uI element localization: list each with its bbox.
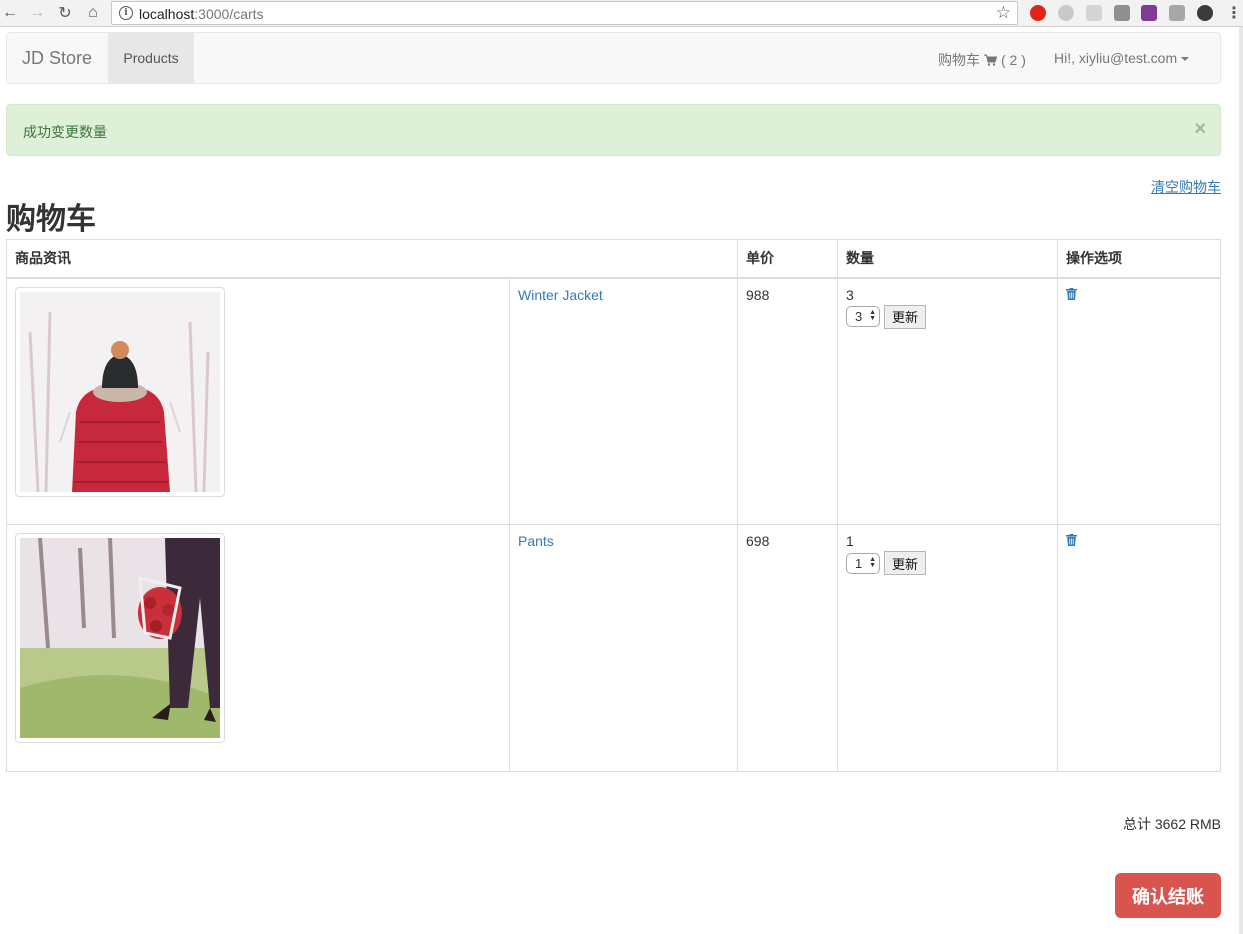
menu-kebab-icon[interactable]: ⋮ <box>1224 3 1243 23</box>
header-quantity: 数量 <box>837 239 1058 279</box>
close-icon[interactable]: × <box>1194 118 1206 141</box>
select-arrows-icon: ▲ ▼ <box>869 555 876 569</box>
user-dropdown[interactable]: Hi!, xiyliu@test.com <box>1054 50 1190 66</box>
header-product-info: 商品资讯 <box>6 239 738 279</box>
quantity-select[interactable]: 1 ▲ ▼ <box>846 552 880 574</box>
select-arrows-icon: ▲ ▼ <box>869 309 876 322</box>
winter-jacket-image <box>20 291 220 492</box>
table-row: Pants 698 1 1 ▲ ▼ 更新 <box>6 524 1221 772</box>
quantity-cell: 1 1 ▲ ▼ 更新 <box>837 524 1058 772</box>
header-actions: 操作选项 <box>1057 239 1221 279</box>
back-icon[interactable]: ← <box>0 3 20 23</box>
success-alert: 成功变更数量 × <box>6 104 1221 156</box>
quantity-controls: 3 ▲ ▼ 更新 <box>846 304 1049 329</box>
home-icon[interactable]: ⌂ <box>83 3 103 23</box>
quantity-controls: 1 ▲ ▼ 更新 <box>846 551 1049 575</box>
quantity-value: 1 <box>846 533 854 549</box>
user-email: Hi!, xiyliu@test.com <box>1054 50 1178 66</box>
header-price: 单价 <box>737 239 838 279</box>
shield-extension-icon[interactable] <box>1086 5 1102 21</box>
opera-extension-icon[interactable] <box>1030 5 1046 21</box>
cart-table: 商品资讯 单价 数量 操作选项 Winter Jacket 988 3 3 ▲ … <box>6 239 1221 772</box>
price-cell: 988 <box>737 277 838 525</box>
checkout-button[interactable]: 确认结账 <box>1115 873 1221 918</box>
product-image-cell <box>6 524 510 772</box>
camera-extension-icon[interactable] <box>1169 5 1185 21</box>
forward-icon[interactable]: → <box>27 3 47 23</box>
skype-extension-icon[interactable] <box>1058 5 1074 21</box>
actions-cell <box>1057 524 1221 772</box>
trash-icon[interactable] <box>1066 534 1077 546</box>
table-row: Winter Jacket 988 3 3 ▲ ▼ 更新 <box>6 277 1221 525</box>
clear-cart-link[interactable]: 清空购物车 <box>1151 177 1221 197</box>
site-navbar: JD Store Products 购物车 ( 2 ) Hi!, xiyliu@… <box>6 32 1221 84</box>
product-name-cell: Winter Jacket <box>509 277 738 525</box>
cart-count: ( 2 ) <box>1001 52 1026 68</box>
info-icon[interactable]: i <box>119 6 133 20</box>
page-scrollbar[interactable] <box>1239 27 1243 934</box>
shopping-cart-icon <box>984 54 997 66</box>
reload-icon[interactable]: ↻ <box>55 3 75 23</box>
quantity-value: 3 <box>846 286 854 303</box>
url-text: localhost:3000/carts <box>139 6 264 22</box>
quantity-select-value: 3 <box>855 309 863 324</box>
evernote-extension-icon[interactable] <box>1197 5 1213 21</box>
bookmark-star-icon[interactable]: ☆ <box>996 3 1011 23</box>
pocket-extension-icon[interactable] <box>1114 5 1130 21</box>
update-button[interactable]: 更新 <box>884 304 927 329</box>
cart-label: 购物车 <box>938 52 980 68</box>
alert-message: 成功变更数量 <box>23 124 107 140</box>
product-name-cell: Pants <box>509 524 738 772</box>
table-header-row: 商品资讯 单价 数量 操作选项 <box>6 239 1221 279</box>
cart-link[interactable]: 购物车 ( 2 ) <box>938 50 1026 70</box>
caret-down-icon <box>1181 57 1190 62</box>
product-image-cell <box>6 277 510 525</box>
quantity-cell: 3 3 ▲ ▼ 更新 <box>837 277 1058 525</box>
browser-toolbar: ← → ↻ ⌂ i localhost:3000/carts ☆ ⋮ <box>0 0 1243 27</box>
product-thumbnail[interactable] <box>15 286 225 497</box>
trash-icon[interactable] <box>1066 287 1077 300</box>
actions-cell <box>1057 277 1221 525</box>
brand-link[interactable]: JD Store <box>22 48 92 69</box>
onenote-extension-icon[interactable] <box>1141 5 1157 21</box>
product-name-link[interactable]: Winter Jacket <box>518 287 603 303</box>
product-thumbnail[interactable] <box>15 533 225 743</box>
address-bar[interactable]: i localhost:3000/carts ☆ <box>111 1 1018 25</box>
page-title: 购物车 <box>6 203 96 236</box>
quantity-select[interactable]: 3 ▲ ▼ <box>846 306 880 327</box>
product-name-link[interactable]: Pants <box>518 533 554 549</box>
update-button[interactable]: 更新 <box>884 551 927 575</box>
cart-total: 总计 3662 RMB <box>1122 816 1221 832</box>
price-cell: 698 <box>737 524 838 772</box>
quantity-select-value: 1 <box>855 555 863 571</box>
pants-image <box>20 538 220 738</box>
nav-products[interactable]: Products <box>108 33 194 83</box>
